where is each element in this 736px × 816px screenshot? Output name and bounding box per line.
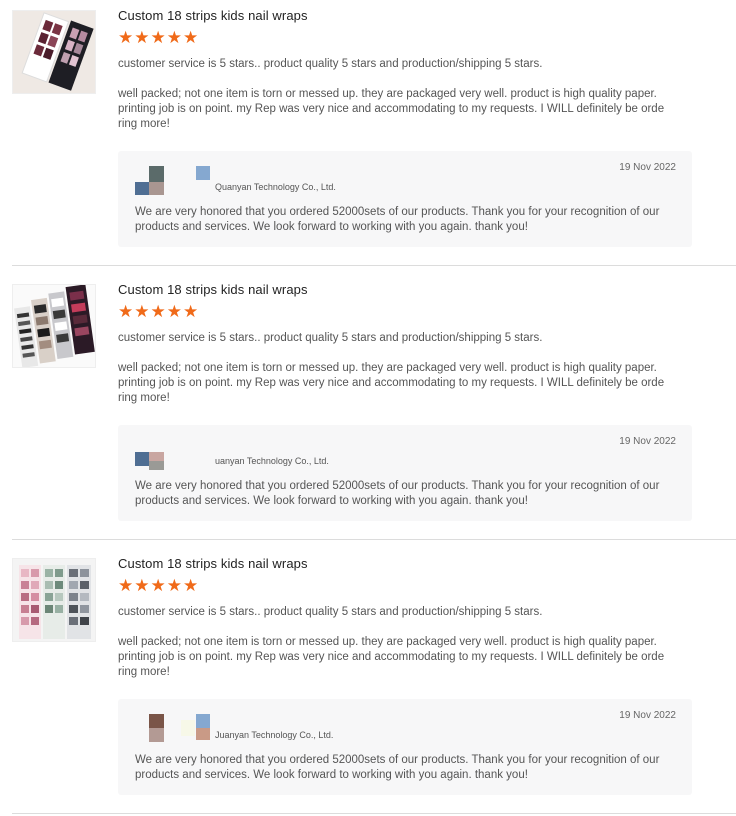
- review-item: Custom 18 strips kids nail wraps ★ ★ ★ ★…: [0, 548, 736, 814]
- review-summary: customer service is 5 stars.. product qu…: [118, 332, 543, 344]
- product-title[interactable]: Custom 18 strips kids nail wraps: [118, 556, 308, 571]
- review-body: well packed; not one item is torn or mes…: [118, 636, 665, 678]
- star-icon: ★: [118, 576, 134, 595]
- star-icon: ★: [150, 302, 166, 321]
- seller-avatar: [135, 714, 215, 746]
- divider: [12, 265, 736, 266]
- product-title[interactable]: Custom 18 strips kids nail wraps: [118, 8, 308, 23]
- review-body: well packed; not one item is torn or mes…: [118, 362, 665, 404]
- seller-reply: 19 Nov 2022 Juanyan Technology Co., Ltd.…: [118, 699, 692, 795]
- review-summary: customer service is 5 stars.. product qu…: [118, 606, 543, 618]
- rating-stars: ★ ★ ★ ★ ★: [118, 302, 198, 322]
- rating-stars: ★ ★ ★ ★ ★: [118, 576, 198, 596]
- star-icon: ★: [118, 28, 134, 47]
- divider: [12, 813, 736, 814]
- rating-stars: ★ ★ ★ ★ ★: [118, 28, 198, 48]
- seller-reply: 19 Nov 2022 Quanyan Technology Co., Ltd.…: [118, 151, 692, 247]
- star-icon: ★: [150, 576, 166, 595]
- star-icon: ★: [134, 576, 150, 595]
- product-thumbnail[interactable]: [12, 284, 96, 368]
- star-icon: ★: [166, 576, 182, 595]
- star-icon: ★: [183, 576, 199, 595]
- star-icon: ★: [134, 302, 150, 321]
- star-icon: ★: [134, 28, 150, 47]
- reply-date: 19 Nov 2022: [619, 162, 676, 173]
- product-thumbnail[interactable]: [12, 10, 96, 94]
- reply-text: We are very honored that you ordered 520…: [135, 206, 660, 233]
- star-icon: ★: [118, 302, 134, 321]
- reply-date: 19 Nov 2022: [619, 436, 676, 447]
- product-thumbnail[interactable]: [12, 558, 96, 642]
- seller-reply: 19 Nov 2022 uanyan Technology Co., Ltd. …: [118, 425, 692, 521]
- star-icon: ★: [150, 28, 166, 47]
- seller-company: Quanyan Technology Co., Ltd.: [215, 182, 336, 192]
- product-title[interactable]: Custom 18 strips kids nail wraps: [118, 282, 308, 297]
- star-icon: ★: [183, 302, 199, 321]
- star-icon: ★: [183, 28, 199, 47]
- review-item: Custom 18 strips kids nail wraps ★ ★ ★ ★…: [0, 0, 736, 266]
- reply-text: We are very honored that you ordered 520…: [135, 754, 660, 781]
- seller-avatar: [135, 166, 215, 198]
- divider: [12, 539, 736, 540]
- seller-avatar: [135, 440, 215, 472]
- seller-company: uanyan Technology Co., Ltd.: [215, 456, 329, 466]
- star-icon: ★: [166, 302, 182, 321]
- reply-date: 19 Nov 2022: [619, 710, 676, 721]
- review-body: well packed; not one item is torn or mes…: [118, 88, 665, 130]
- star-icon: ★: [166, 28, 182, 47]
- review-summary: customer service is 5 stars.. product qu…: [118, 58, 543, 70]
- seller-company: Juanyan Technology Co., Ltd.: [215, 730, 334, 740]
- review-item: Custom 18 strips kids nail wraps ★ ★ ★ ★…: [0, 274, 736, 540]
- reply-text: We are very honored that you ordered 520…: [135, 480, 660, 507]
